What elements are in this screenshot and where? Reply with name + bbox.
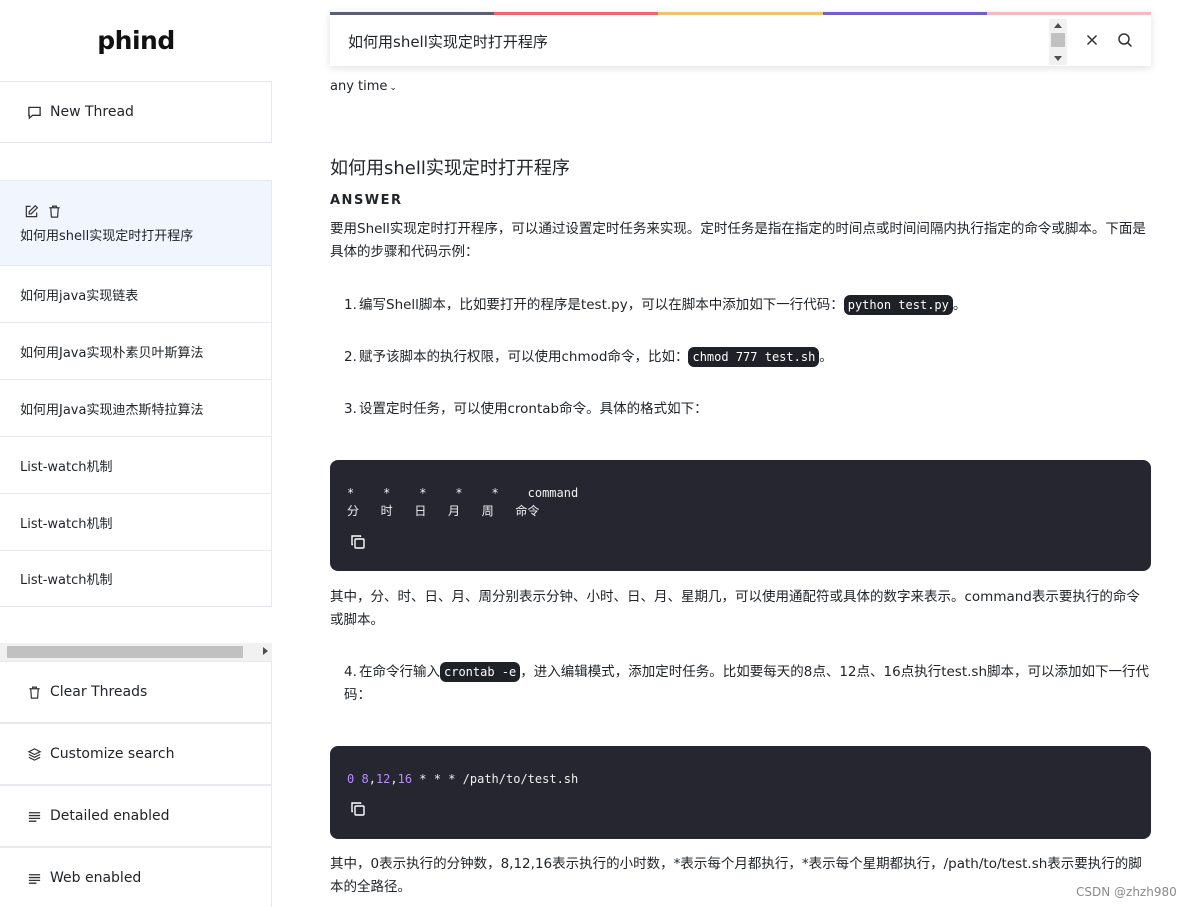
step-text: 编写Shell脚本，比如要打开的程序是test.py，可以在脚本中添加如下一行代… — [359, 297, 844, 313]
thread-item[interactable]: 如何用Java实现迪杰斯特拉算法 — [0, 379, 272, 436]
color-segment — [986, 12, 1152, 15]
code-line: * * * * * command — [347, 486, 579, 500]
color-segment — [658, 12, 823, 15]
code-token: , — [390, 772, 398, 786]
code-token: 12 — [375, 772, 391, 786]
web-toggle-button[interactable]: Web enabled — [0, 847, 272, 907]
scroll-down-arrow-icon[interactable] — [1054, 56, 1062, 61]
step-number: 2. — [344, 349, 357, 365]
code-token: 0 — [347, 772, 355, 786]
trash-icon — [26, 684, 42, 700]
thread-label: List-watch机制 — [20, 573, 113, 588]
thread-item-active[interactable]: 如何用shell实现定时打开程序 — [0, 180, 272, 265]
thread-item[interactable]: List-watch机制 — [0, 493, 272, 550]
code-line: 分 时 日 月 周 命令 — [347, 504, 540, 518]
copy-icon[interactable] — [350, 534, 366, 550]
scroll-up-arrow-icon[interactable] — [1054, 23, 1062, 28]
chat-bubble-icon — [26, 104, 42, 120]
close-icon[interactable] — [1084, 32, 1100, 48]
thread-label: List-watch机制 — [20, 516, 113, 532]
thread-label: 如何用Java实现迪杰斯特拉算法 — [20, 402, 204, 418]
new-thread-button[interactable]: New Thread — [0, 81, 272, 143]
web-toggle-label: Web enabled — [50, 870, 142, 886]
search-input[interactable]: 如何用shell实现定时打开程序 — [348, 31, 548, 52]
thread-list: 如何用shell实现定时打开程序 如何用java实现链表 如何用Java实现朴素… — [0, 180, 272, 607]
thread-item[interactable]: 如何用Java实现朴素贝叶斯算法 — [0, 322, 272, 379]
inline-code: crontab -e — [440, 662, 521, 682]
detailed-toggle-button[interactable]: Detailed enabled — [0, 785, 272, 847]
answer-label: ANSWER — [330, 193, 403, 208]
edit-icon[interactable] — [24, 204, 39, 219]
inline-code: python test.py — [843, 295, 953, 315]
lines-icon — [26, 808, 42, 824]
color-segment — [822, 12, 987, 15]
answer-intro: 要用Shell实现定时打开程序，可以通过设置定时任务来实现。定时任务是指在指定的… — [330, 221, 1146, 260]
search-icon[interactable] — [1117, 32, 1133, 48]
color-segment — [330, 12, 495, 15]
step-text: 在命令行输入 — [359, 664, 440, 680]
question-title: 如何用shell实现定时打开程序 — [330, 158, 570, 179]
color-segment — [494, 12, 659, 15]
search-box: 如何用shell实现定时打开程序 — [330, 12, 1152, 66]
step-number: 1. — [344, 297, 357, 313]
lines-icon — [26, 870, 42, 886]
thread-label: 如何用java实现链表 — [20, 288, 139, 304]
time-filter-label: any time — [330, 79, 388, 94]
thread-label: 如何用shell实现定时打开程序 — [20, 229, 194, 244]
chevron-down-icon: ⌄ — [389, 83, 397, 93]
clear-threads-label: Clear Threads — [50, 684, 148, 700]
scroll-right-arrow-icon[interactable] — [263, 647, 268, 655]
inline-code: chmod 777 test.sh — [688, 347, 820, 367]
layers-icon — [26, 746, 42, 762]
logo[interactable]: phind — [0, 26, 272, 55]
new-thread-label: New Thread — [50, 104, 134, 120]
detailed-toggle-label: Detailed enabled — [50, 808, 170, 824]
code-block-crontab-format: * * * * * command 分 时 日 月 周 命令 — [330, 460, 1151, 571]
sidebar: phind New Thread 如何用shell实现定时打开程序 如何用jav… — [0, 0, 272, 907]
entry-explanation: 其中，0表示执行的分钟数，8,12,16表示执行的小时数，*表示每个月都执行，*… — [330, 856, 1142, 895]
step-4: 4. 在命令行输入 crontab -e ，进入编辑模式，添加定时任务。比如要每天的8… — [344, 661, 1151, 707]
scrollbar-thumb[interactable] — [1051, 33, 1065, 47]
code-block-crontab-entry: 0 8,12,16 * * * /path/to/test.sh — [330, 746, 1151, 839]
search-input-scrollbar[interactable] — [1049, 19, 1067, 65]
time-filter-dropdown[interactable]: any time ⌄ — [330, 79, 397, 94]
color-bar — [330, 12, 1152, 15]
thread-item[interactable]: 如何用java实现链表 — [0, 265, 272, 322]
step-2: 2. 赋予该脚本的执行权限，可以使用chmod命令，比如： chmod 777 te… — [344, 346, 1151, 369]
code-token: 8 — [361, 772, 369, 786]
step-number: 3. — [344, 401, 357, 417]
thread-item[interactable]: List-watch机制 — [0, 550, 272, 607]
step-1: 1. 编写Shell脚本，比如要打开的程序是test.py，可以在脚本中添加如下一… — [344, 294, 1151, 317]
step-tail: 。 — [952, 297, 967, 313]
customize-search-button[interactable]: Customize search — [0, 723, 272, 785]
customize-search-label: Customize search — [50, 746, 175, 762]
clear-threads-button[interactable]: Clear Threads — [0, 661, 272, 723]
thread-label: List-watch机制 — [20, 459, 113, 475]
step-3: 3. 设置定时任务，可以使用crontab命令。具体的格式如下： — [344, 398, 1151, 421]
crontab-explanation: 其中，分、时、日、月、周分别表示分钟、小时、日、月、星期几，可以使用通配符或具体… — [330, 589, 1140, 628]
code-token: 16 — [397, 772, 413, 786]
code-token: , — [368, 772, 376, 786]
code-line: 0 8,12,16 * * * /path/to/test.sh — [347, 770, 578, 788]
thread-label: 如何用Java实现朴素贝叶斯算法 — [20, 345, 204, 361]
step-number: 4. — [344, 664, 357, 680]
step-text: 设置定时任务，可以使用crontab命令。具体的格式如下： — [359, 401, 708, 417]
step-tail: 。 — [819, 349, 833, 365]
thread-item[interactable]: List-watch机制 — [0, 436, 272, 493]
watermark: CSDN @zhzh980 — [1076, 885, 1177, 899]
copy-icon[interactable] — [350, 801, 366, 817]
trash-icon[interactable] — [47, 204, 62, 219]
sidebar-horizontal-scrollbar[interactable] — [0, 643, 272, 661]
scrollbar-thumb[interactable] — [7, 646, 243, 658]
step-text: 赋予该脚本的执行权限，可以使用chmod命令，比如： — [359, 349, 689, 365]
code-token: * * * /path/to/test.sh — [412, 772, 579, 786]
